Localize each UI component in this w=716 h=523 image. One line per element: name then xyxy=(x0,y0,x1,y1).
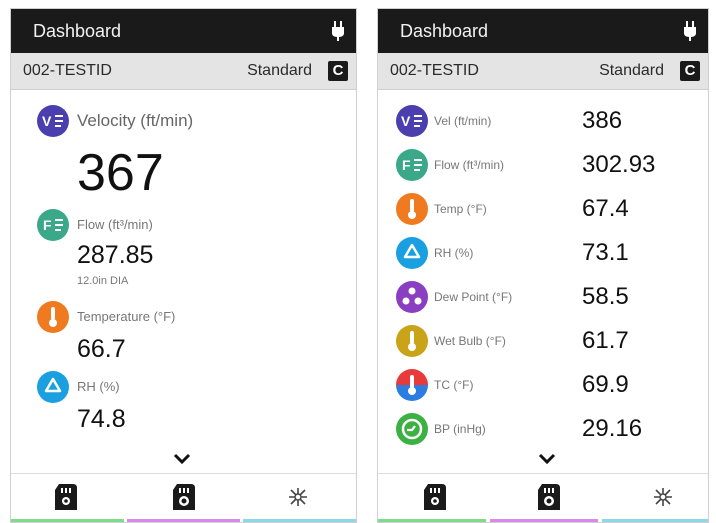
mode-c-button[interactable]: C xyxy=(680,61,700,81)
chevron-down-icon[interactable] xyxy=(173,453,191,465)
power-plug-icon xyxy=(684,21,696,41)
nav-strip-3 xyxy=(243,519,356,522)
temperature-value: 66.7 xyxy=(77,335,126,363)
flow-value: 302.93 xyxy=(582,151,656,178)
camera-card-icon[interactable] xyxy=(538,484,560,510)
camera-card-icon[interactable] xyxy=(173,484,195,510)
rh-value: 73.1 xyxy=(582,239,629,266)
thermometer-icon xyxy=(396,193,428,225)
rh-value: 74.8 xyxy=(77,405,126,433)
velocity-value: 367 xyxy=(77,144,164,202)
svg-text:V: V xyxy=(42,113,52,129)
page-title: Dashboard xyxy=(400,21,489,41)
svg-text:F: F xyxy=(402,157,411,173)
bottom-nav xyxy=(378,473,708,522)
vel-value: 386 xyxy=(582,107,623,134)
temperature-label: Temperature (°F) xyxy=(77,309,176,324)
mode-label: Standard xyxy=(599,62,664,79)
nav-strip-2 xyxy=(127,519,240,522)
thermometer-icon xyxy=(37,301,69,333)
settings-sparkle-icon[interactable] xyxy=(652,484,674,510)
temp-value: 67.4 xyxy=(582,195,629,222)
flow-diameter: 12.0in DIA xyxy=(77,275,129,287)
humidity-icon xyxy=(37,371,69,403)
velocity-label: Velocity (ft/min) xyxy=(77,111,194,130)
title-bar: Dashboard xyxy=(378,9,708,53)
tc-value: 69.9 xyxy=(582,371,629,398)
nav-strip-1 xyxy=(378,519,486,522)
svg-text:F: F xyxy=(43,217,52,233)
dashboard-panel-left: Dashboard 002-TESTID Standard C V Veloci… xyxy=(10,8,357,523)
bp-label: BP (inHg) xyxy=(434,422,486,436)
power-plug-icon xyxy=(332,21,344,41)
page-title: Dashboard xyxy=(33,21,122,41)
rh-label: RH (%) xyxy=(77,379,120,394)
nav-strip-2 xyxy=(490,519,598,522)
dew-point-value: 58.5 xyxy=(582,283,629,310)
pressure-icon xyxy=(396,413,428,445)
bp-value: 29.16 xyxy=(582,415,643,442)
temp-label: Temp (°F) xyxy=(434,202,487,216)
dashboard-panel-right: Dashboard 002-TESTID Standard C V Vel (f… xyxy=(377,8,709,523)
wet-bulb-value: 61.7 xyxy=(582,327,629,354)
sd-card-icon[interactable] xyxy=(55,484,77,510)
mode-c-button[interactable]: C xyxy=(328,61,348,81)
flow-label: Flow (ft³/min) xyxy=(77,217,153,232)
velocity-icon: V xyxy=(396,105,428,137)
device-bar: 002-TESTID Standard C xyxy=(11,53,356,90)
dew-point-label: Dew Point (°F) xyxy=(434,290,513,304)
device-bar: 002-TESTID Standard C xyxy=(378,53,708,90)
dew-point-icon xyxy=(396,281,428,313)
velocity-icon: V xyxy=(37,105,69,137)
sd-card-icon[interactable] xyxy=(424,484,446,510)
flow-icon: F xyxy=(37,209,69,241)
vel-label: Vel (ft/min) xyxy=(434,114,492,128)
settings-sparkle-icon[interactable] xyxy=(287,484,309,510)
mode-label: Standard xyxy=(247,62,312,79)
flow-value: 287.85 xyxy=(77,241,154,269)
svg-text:V: V xyxy=(401,113,411,129)
flow-icon: F xyxy=(396,149,428,181)
rh-label: RH (%) xyxy=(434,246,474,260)
device-id: 002-TESTID xyxy=(390,62,479,79)
chevron-down-icon[interactable] xyxy=(538,453,556,465)
wet-bulb-icon xyxy=(396,325,428,357)
nav-strip-1 xyxy=(11,519,124,522)
humidity-icon xyxy=(396,237,428,269)
title-bar: Dashboard xyxy=(11,9,356,53)
flow-label: Flow (ft³/min) xyxy=(434,158,504,172)
wet-bulb-label: Wet Bulb (°F) xyxy=(434,334,506,348)
device-id: 002-TESTID xyxy=(23,62,112,79)
nav-strip-3 xyxy=(602,519,708,522)
bottom-nav xyxy=(11,473,356,522)
thermocouple-icon xyxy=(396,369,428,401)
tc-label: TC (°F) xyxy=(434,378,474,392)
